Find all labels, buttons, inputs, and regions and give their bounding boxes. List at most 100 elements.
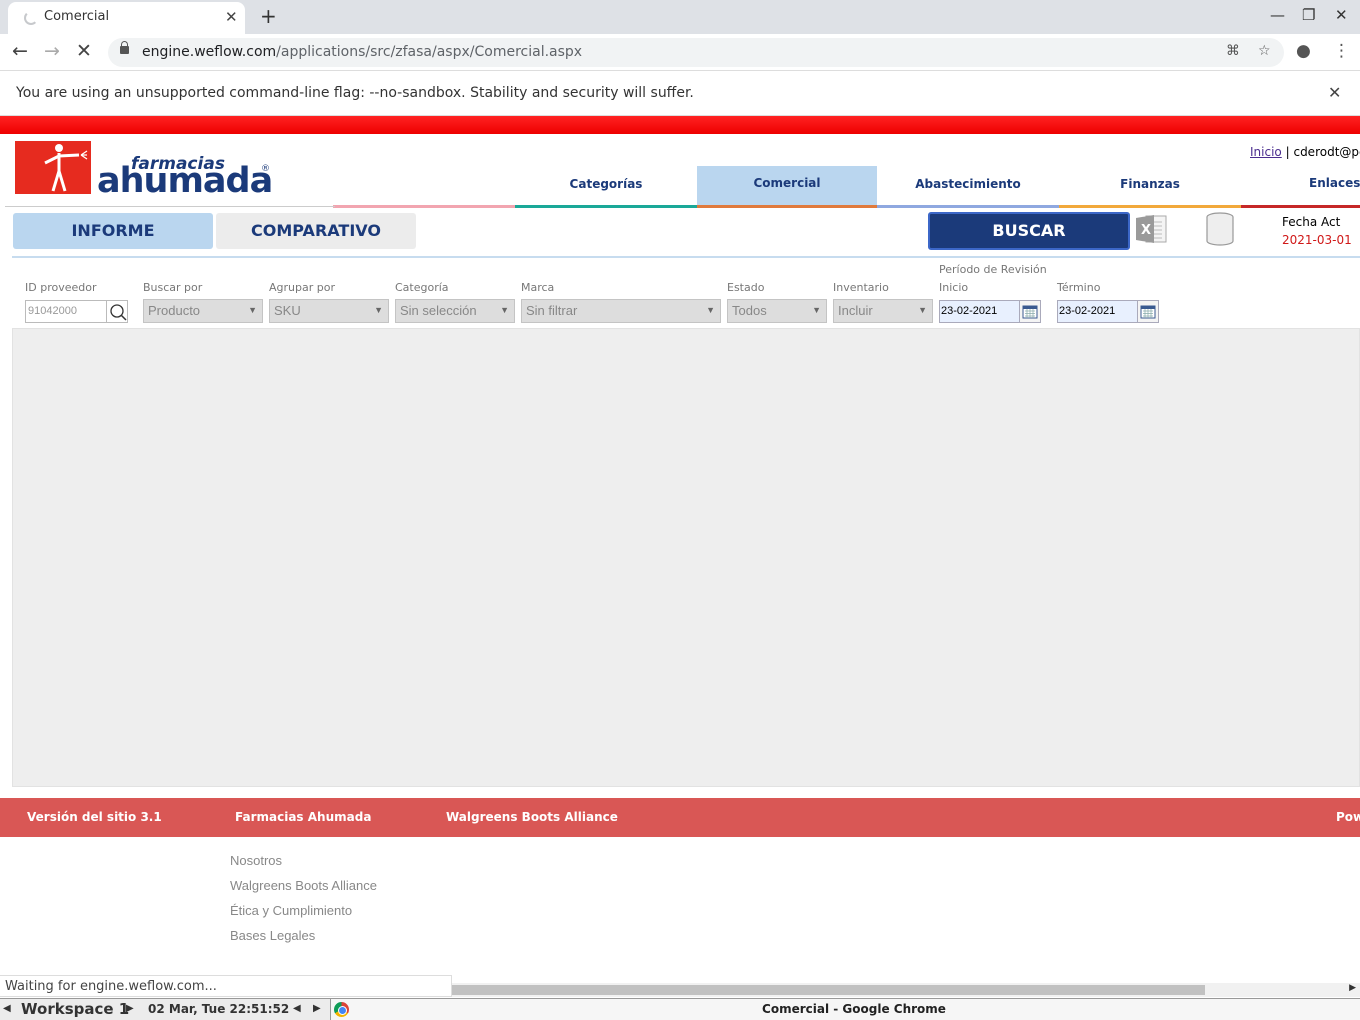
browser-toolbar: ← → ✕ engine.weflow.com/applications/src… — [0, 34, 1360, 71]
nav-underline — [1059, 205, 1241, 208]
nav-comercial[interactable]: Comercial — [697, 166, 877, 208]
browser-status-bubble: Waiting for engine.weflow.com... — [0, 975, 452, 997]
termino-date-input[interactable]: 23-02-2021 — [1057, 300, 1139, 323]
marca-select[interactable]: Sin filtrar ▼ — [521, 299, 721, 323]
nav-underline — [515, 205, 697, 208]
infobar-message: You are using an unsupported command-lin… — [16, 85, 694, 101]
inventario-select[interactable]: Incluir ▼ — [833, 299, 933, 323]
calendar-icon[interactable] — [1137, 300, 1159, 323]
url-text: engine.weflow.com/applications/src/zfasa… — [142, 44, 583, 60]
select-value: Incluir — [838, 303, 873, 318]
chevron-down-icon: ▼ — [812, 305, 821, 315]
taskbar-task-chrome[interactable]: Comercial - Google Chrome — [330, 999, 1360, 1020]
task-prev-icon[interactable]: ◀ — [293, 1003, 301, 1014]
chevron-down-icon: ▼ — [374, 305, 383, 315]
database-icon[interactable] — [1205, 212, 1235, 246]
workspace-prev-icon[interactable]: ◀ — [3, 1003, 11, 1014]
workspace-next-icon[interactable]: ▶ — [126, 1003, 134, 1014]
restore-icon[interactable]: ❐ — [1302, 6, 1315, 24]
search-icon[interactable] — [106, 300, 128, 323]
header-divider — [5, 206, 335, 207]
task-next-icon[interactable]: ▶ — [313, 1003, 321, 1014]
marca-label: Marca — [521, 281, 555, 294]
results-area — [12, 328, 1360, 787]
estado-select[interactable]: Todos ▼ — [727, 299, 827, 323]
menu-kebab-icon[interactable]: ⋮ — [1333, 41, 1350, 61]
logo-text-big: ahumada — [97, 161, 273, 201]
nav-label: Comercial — [753, 176, 821, 190]
buscar-button[interactable]: BUSCAR — [928, 212, 1130, 250]
infobar-close-icon[interactable]: ✕ — [1328, 83, 1341, 102]
lock-icon — [120, 41, 129, 54]
bookmark-star-icon[interactable]: ☆ — [1258, 43, 1271, 59]
periodo-revision-label: Período de Revisión — [939, 263, 1047, 276]
footer-link-walgreens[interactable]: Walgreens Boots Alliance — [230, 878, 377, 893]
nav-underline — [877, 205, 1059, 208]
task-title: Comercial - Google Chrome — [762, 1002, 946, 1016]
user-separator: | — [1285, 145, 1290, 159]
nav-label: Enlaces — [1309, 176, 1360, 190]
footer-bar: Versión del sitio 3.1 Farmacias Ahumada … — [0, 798, 1360, 837]
termino-label: Término — [1057, 281, 1101, 294]
chevron-down-icon: ▼ — [706, 305, 715, 315]
stop-loading-icon[interactable]: ✕ — [76, 40, 92, 62]
back-icon[interactable]: ← — [12, 40, 28, 62]
inicio-link[interactable]: Inicio — [1250, 145, 1282, 159]
scrollbar-thumb[interactable] — [452, 985, 1205, 995]
categoria-select[interactable]: Sin selección ▼ — [395, 299, 515, 323]
categoria-label: Categoría — [395, 281, 449, 294]
logo-registered: ® — [261, 164, 270, 174]
calendar-icon[interactable] — [1019, 300, 1041, 323]
browser-tab[interactable]: Comercial ✕ — [8, 2, 245, 34]
buscar-por-select[interactable]: Producto ▼ — [143, 299, 263, 323]
nav-abastecimiento[interactable]: Abastecimiento — [877, 166, 1059, 208]
footer-heading-farmacias: Farmacias Ahumada — [235, 810, 372, 824]
profile-icon[interactable]: ● — [1296, 41, 1311, 61]
window-close-icon[interactable]: ✕ — [1335, 6, 1348, 24]
inicio-date-input[interactable]: 23-02-2021 — [939, 300, 1021, 323]
id-proveedor-input[interactable]: 91042000 — [25, 300, 107, 323]
browser-tab-strip: Comercial ✕ + — ❐ ✕ — [0, 0, 1360, 34]
horizontal-scrollbar[interactable]: ▶ — [452, 983, 1360, 997]
excel-export-icon[interactable]: X — [1136, 214, 1168, 244]
minimize-icon[interactable]: — — [1270, 6, 1285, 24]
select-value: Todos — [732, 303, 767, 318]
user-info: Inicio | cderodt@petr — [1250, 145, 1360, 159]
select-value: SKU — [274, 303, 301, 318]
footer-version: Versión del sitio 3.1 — [27, 810, 162, 824]
nav-label: Abastecimiento — [915, 177, 1021, 191]
fecha-act-value: 2021-03-01 — [1282, 233, 1352, 247]
nav-categorias[interactable]: Categorías — [515, 166, 697, 208]
select-value: Sin filtrar — [526, 303, 578, 318]
infobar: You are using an unsupported command-lin… — [0, 71, 1360, 116]
site-logo[interactable]: farmacias ahumada ® — [15, 141, 275, 201]
scroll-right-icon[interactable]: ▶ — [1349, 983, 1356, 993]
loading-spinner-icon — [24, 11, 38, 25]
nav-enlaces[interactable]: Enlaces — [1241, 166, 1360, 208]
tab-informe[interactable]: INFORME — [13, 213, 213, 249]
footer-heading-powered: Pow — [1336, 810, 1360, 824]
workspace-label[interactable]: Workspace 1 — [21, 1000, 129, 1018]
chevron-down-icon: ▼ — [918, 305, 927, 315]
tab-close-icon[interactable]: ✕ — [225, 8, 238, 26]
nav-label: Finanzas — [1120, 177, 1180, 191]
user-email: cderodt@petr — [1293, 145, 1360, 159]
chevron-down-icon: ▼ — [248, 305, 257, 315]
translate-icon[interactable]: ⌘ — [1226, 43, 1240, 59]
address-bar[interactable]: engine.weflow.com/applications/src/zfasa… — [108, 38, 1284, 67]
footer-link-nosotros[interactable]: Nosotros — [230, 853, 282, 868]
tab-comparativo[interactable]: COMPARATIVO — [216, 213, 416, 249]
nav-underline — [1241, 205, 1360, 208]
top-red-bar — [0, 116, 1360, 134]
nav-underline-pink — [333, 205, 515, 208]
inicio-label: Inicio — [939, 281, 969, 294]
forward-icon[interactable]: → — [44, 40, 60, 62]
id-proveedor-label: ID proveedor — [25, 281, 97, 294]
footer-heading-walgreens: Walgreens Boots Alliance — [446, 810, 618, 824]
select-value: Producto — [148, 303, 201, 318]
footer-link-etica[interactable]: Ética y Cumplimiento — [230, 903, 352, 918]
footer-link-bases-legales[interactable]: Bases Legales — [230, 928, 315, 943]
new-tab-icon[interactable]: + — [260, 4, 277, 28]
nav-finanzas[interactable]: Finanzas — [1059, 166, 1241, 208]
agrupar-por-select[interactable]: SKU ▼ — [269, 299, 389, 323]
